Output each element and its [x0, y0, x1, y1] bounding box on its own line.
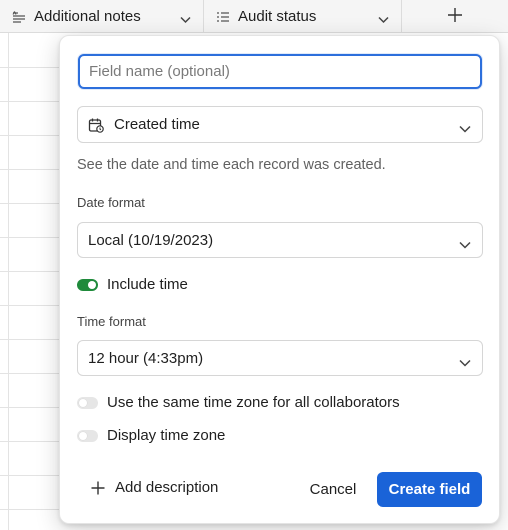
chevron-down-icon [459, 354, 471, 371]
calendar-icon [88, 117, 104, 133]
grid-row-divider [0, 67, 60, 68]
grid-row-divider [0, 135, 60, 136]
create-field-dialog: Created time See the date and time each … [59, 35, 500, 524]
grid-row-divider [0, 339, 60, 340]
chevron-down-icon [459, 236, 471, 253]
grid-row-divider [0, 509, 60, 510]
display-time-zone-row[interactable]: Display time zone [77, 427, 225, 444]
column-header-additional-notes[interactable]: Additional notes [0, 0, 204, 33]
single-select-icon [216, 10, 230, 24]
create-field-button[interactable]: Create field [377, 472, 482, 507]
time-format-label: Time format [77, 314, 146, 329]
grid-row-divider [0, 203, 60, 204]
grid-row-divider [0, 441, 60, 442]
field-type-label: Created time [114, 116, 200, 133]
column-header-audit-status[interactable]: Audit status [204, 0, 402, 33]
date-format-value: Local (10/19/2023) [88, 231, 214, 249]
add-column-button[interactable] [402, 0, 508, 33]
grid-row-divider [0, 271, 60, 272]
chevron-down-icon [459, 120, 471, 137]
grid-row-divider [0, 407, 60, 408]
long-text-icon [12, 10, 26, 24]
date-format-label: Date format [77, 195, 145, 210]
field-type-select[interactable]: Created time [77, 106, 483, 143]
same-time-zone-row[interactable]: Use the same time zone for all collabora… [77, 394, 400, 411]
grid-row-divider [0, 475, 60, 476]
same-time-zone-label: Use the same time zone for all collabora… [107, 394, 400, 411]
column-header-label: Audit status [238, 8, 317, 25]
include-time-label: Include time [107, 276, 188, 293]
time-format-select[interactable]: 12 hour (4:33pm) [77, 340, 483, 376]
grid-row-divider [0, 101, 60, 102]
field-type-description: See the date and time each record was cr… [77, 157, 386, 173]
add-description-label: Add description [115, 479, 219, 496]
plus-icon [91, 481, 105, 495]
grid-row-divider [0, 305, 60, 306]
field-name-input[interactable] [78, 54, 482, 89]
add-description-button[interactable]: Add description [91, 479, 218, 496]
cancel-button[interactable]: Cancel [298, 472, 368, 506]
display-time-zone-toggle[interactable] [77, 429, 98, 442]
column-header-label: Additional notes [34, 8, 141, 25]
chevron-down-icon[interactable] [378, 11, 389, 28]
include-time-row[interactable]: Include time [77, 276, 188, 293]
grid-column-divider [8, 33, 9, 530]
grid-row-divider [0, 237, 60, 238]
grid-row-divider [0, 169, 60, 170]
date-format-select[interactable]: Local (10/19/2023) [77, 222, 483, 258]
display-time-zone-label: Display time zone [107, 427, 226, 444]
chevron-down-icon[interactable] [180, 11, 191, 28]
grid-header: Additional notes Audit status [0, 0, 508, 33]
plus-icon [448, 7, 462, 26]
same-time-zone-toggle[interactable] [77, 396, 98, 409]
time-format-value: 12 hour (4:33pm) [88, 349, 204, 367]
include-time-toggle[interactable] [77, 278, 98, 291]
grid-row-divider [0, 373, 60, 374]
